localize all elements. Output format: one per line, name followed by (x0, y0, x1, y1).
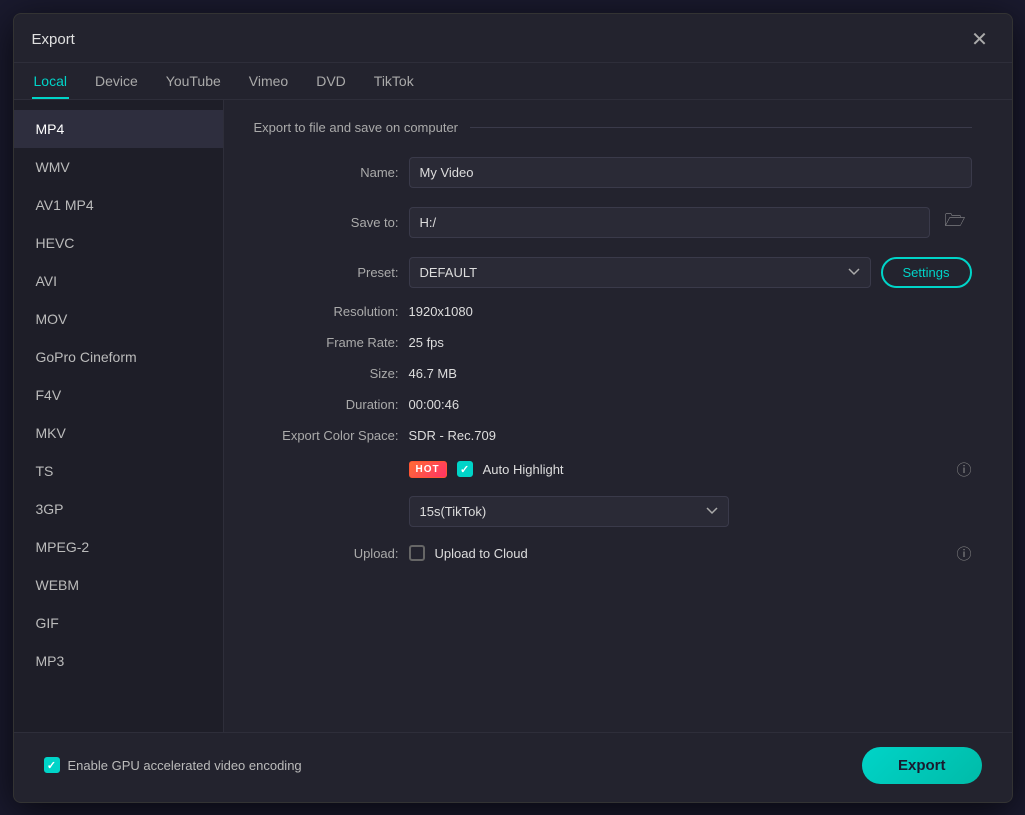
saveto-row: Save to: 🗁 (254, 204, 972, 241)
format-webm[interactable]: WEBM (14, 566, 223, 604)
format-wmv[interactable]: WMV (14, 148, 223, 186)
colorspace-value: SDR - Rec.709 (409, 428, 972, 443)
dialog-body: MP4 WMV AV1 MP4 HEVC AVI MOV GoPro Cinef… (14, 100, 1012, 732)
autohighlight-row: HOT ✓ Auto Highlight ⓘ (254, 459, 972, 480)
gpu-label: Enable GPU accelerated video encoding (68, 758, 302, 773)
format-mp4[interactable]: MP4 (14, 110, 223, 148)
format-gif[interactable]: GIF (14, 604, 223, 642)
tab-tiktok[interactable]: TikTok (372, 63, 416, 99)
tab-local[interactable]: Local (32, 63, 69, 99)
gpu-checkbox[interactable]: ✓ (44, 757, 60, 773)
tabs-bar: Local Device YouTube Vimeo DVD TikTok (14, 63, 1012, 100)
saveto-input[interactable] (409, 207, 931, 238)
name-label: Name: (254, 165, 399, 180)
framerate-row: Frame Rate: 25 fps (254, 335, 972, 350)
autohighlight-container: HOT ✓ Auto Highlight ⓘ (409, 459, 972, 480)
name-row: Name: (254, 157, 972, 188)
folder-icon: 🗁 (944, 211, 965, 230)
dialog-title: Export (32, 31, 75, 48)
close-button[interactable]: ✕ (966, 26, 994, 54)
hot-badge: HOT (409, 461, 447, 478)
saveto-container: 🗁 (409, 204, 972, 241)
tab-dvd[interactable]: DVD (314, 63, 348, 99)
settings-button[interactable]: Settings (881, 257, 972, 288)
check-icon: ✓ (460, 463, 469, 476)
duration-label: Duration: (254, 397, 399, 412)
gpu-row: ✓ Enable GPU accelerated video encoding (44, 757, 302, 773)
size-row: Size: 46.7 MB (254, 366, 972, 381)
uploadcloud-checkbox[interactable]: ✓ (409, 545, 425, 561)
export-dialog: Export ✕ Local Device YouTube Vimeo DVD … (13, 13, 1013, 803)
browse-folder-button[interactable]: 🗁 (938, 204, 971, 241)
format-mov[interactable]: MOV (14, 300, 223, 338)
preset-select[interactable]: DEFAULT (409, 257, 871, 288)
tab-youtube[interactable]: YouTube (164, 63, 223, 99)
export-button[interactable]: Export (862, 747, 982, 784)
resolution-label: Resolution: (254, 304, 399, 319)
format-mkv[interactable]: MKV (14, 414, 223, 452)
format-list: MP4 WMV AV1 MP4 HEVC AVI MOV GoPro Cinef… (14, 100, 224, 732)
preset-row: Preset: DEFAULT Settings (254, 257, 972, 288)
uploadcloud-info-icon[interactable]: ⓘ (956, 543, 971, 564)
upload-container: ✓ Upload to Cloud ⓘ (409, 543, 972, 564)
resolution-value: 1920x1080 (409, 304, 972, 319)
upload-label: Upload: (254, 546, 399, 561)
resolution-row: Resolution: 1920x1080 (254, 304, 972, 319)
dialog-header: Export ✕ (14, 14, 1012, 63)
upload-row: Upload: ✓ Upload to Cloud ⓘ (254, 543, 972, 564)
colorspace-label: Export Color Space: (254, 428, 399, 443)
section-title: Export to file and save on computer (254, 120, 972, 135)
dialog-footer: ✓ Enable GPU accelerated video encoding … (14, 732, 1012, 802)
autohighlight-label: Auto Highlight (483, 462, 947, 477)
framerate-label: Frame Rate: (254, 335, 399, 350)
size-label: Size: (254, 366, 399, 381)
framerate-value: 25 fps (409, 335, 972, 350)
tiktok-duration-select[interactable]: 15s(TikTok) (409, 496, 729, 527)
tab-vimeo[interactable]: Vimeo (247, 63, 290, 99)
format-gopro[interactable]: GoPro Cineform (14, 338, 223, 376)
main-content: Export to file and save on computer Name… (224, 100, 1012, 732)
preset-label: Preset: (254, 265, 399, 280)
autohighlight-checkbox[interactable]: ✓ (457, 461, 473, 477)
format-hevc[interactable]: HEVC (14, 224, 223, 262)
autohighlight-info-icon[interactable]: ⓘ (956, 459, 971, 480)
duration-value: 00:00:46 (409, 397, 972, 412)
size-value: 46.7 MB (409, 366, 972, 381)
name-input[interactable] (409, 157, 972, 188)
tab-device[interactable]: Device (93, 63, 140, 99)
saveto-label: Save to: (254, 215, 399, 230)
colorspace-row: Export Color Space: SDR - Rec.709 (254, 428, 972, 443)
duration-row: Duration: 00:00:46 (254, 397, 972, 412)
uploadcloud-label: Upload to Cloud (435, 546, 947, 561)
format-ts[interactable]: TS (14, 452, 223, 490)
format-f4v[interactable]: F4V (14, 376, 223, 414)
format-avi[interactable]: AVI (14, 262, 223, 300)
format-av1mp4[interactable]: AV1 MP4 (14, 186, 223, 224)
preset-container: DEFAULT Settings (409, 257, 972, 288)
tiktok-duration-row: 15s(TikTok) (254, 496, 972, 527)
format-mp3[interactable]: MP3 (14, 642, 223, 680)
gpu-check-icon: ✓ (47, 759, 56, 772)
format-3gp[interactable]: 3GP (14, 490, 223, 528)
format-mpeg2[interactable]: MPEG-2 (14, 528, 223, 566)
